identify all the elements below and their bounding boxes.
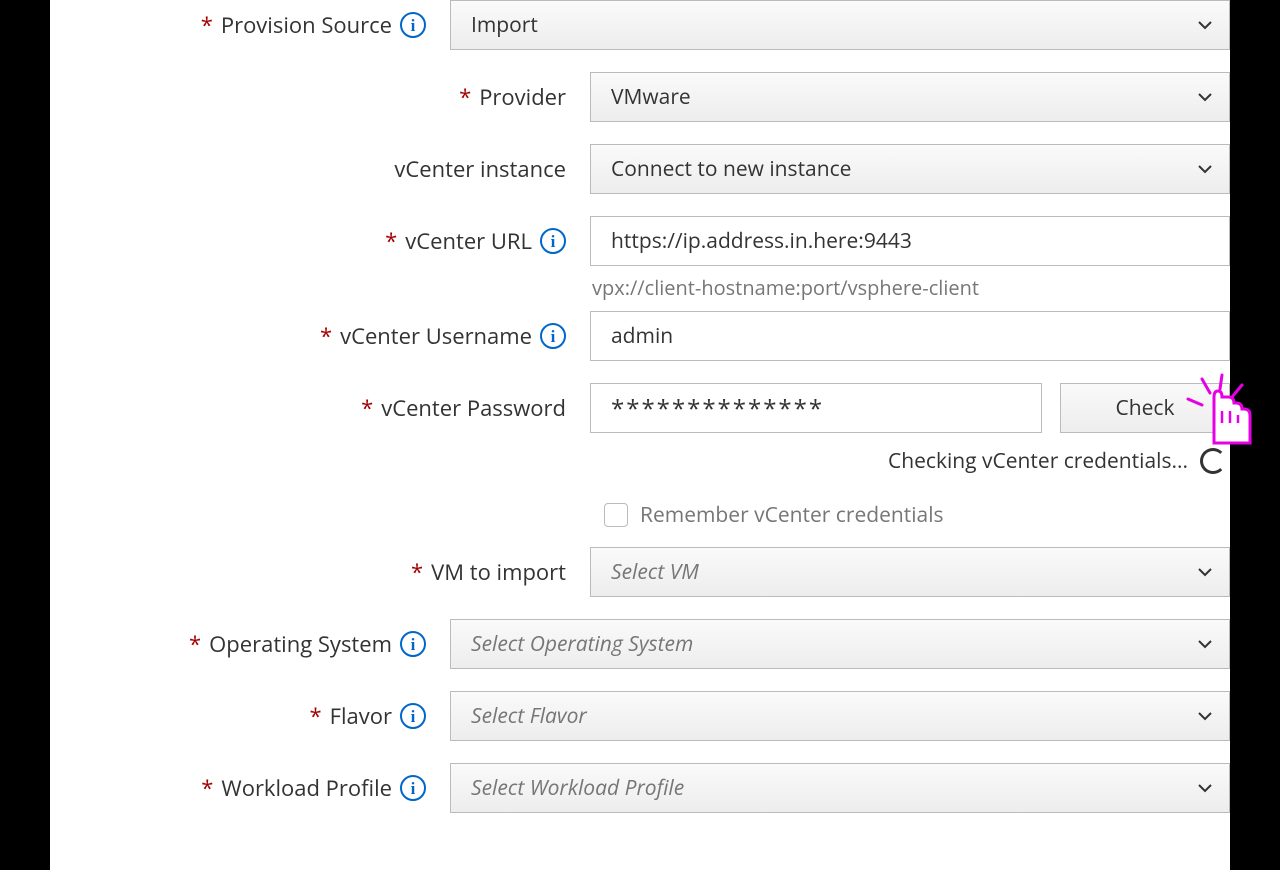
input-value: admin xyxy=(611,322,673,350)
vcenter-instance-label: vCenter instance xyxy=(50,144,590,194)
workload-profile-select[interactable]: Select Workload Profile xyxy=(450,763,1230,813)
select-value: Connect to new instance xyxy=(611,155,851,183)
select-placeholder: Select Operating System xyxy=(471,630,693,658)
select-value: Import xyxy=(471,11,538,39)
select-placeholder: Select Flavor xyxy=(471,702,587,730)
required-marker: * xyxy=(201,10,213,40)
required-marker: * xyxy=(411,557,423,587)
label-text: vCenter Username xyxy=(340,321,532,351)
info-icon[interactable]: i xyxy=(400,12,426,38)
vcenter-instance-select[interactable]: Connect to new instance xyxy=(590,144,1230,194)
flavor-label: * Flavor i xyxy=(50,691,450,741)
provider-select[interactable]: VMware xyxy=(590,72,1230,122)
operating-system-label: * Operating System i xyxy=(50,619,450,669)
remember-checkbox[interactable] xyxy=(604,503,628,527)
chevron-down-icon xyxy=(1197,639,1213,649)
select-placeholder: Select Workload Profile xyxy=(471,774,684,802)
label-text: vCenter instance xyxy=(394,154,566,184)
required-marker: * xyxy=(189,629,201,659)
info-icon[interactable]: i xyxy=(400,775,426,801)
vcenter-username-input[interactable]: admin xyxy=(590,311,1230,361)
label-text: Flavor xyxy=(330,701,392,731)
label-text: Provision Source xyxy=(221,10,392,40)
vcenter-url-input[interactable]: https://ip.address.in.here:9443 xyxy=(590,216,1230,266)
info-icon[interactable]: i xyxy=(400,703,426,729)
checking-status: Checking vCenter credentials... xyxy=(888,447,1188,475)
required-marker: * xyxy=(459,82,471,112)
info-icon[interactable]: i xyxy=(540,228,566,254)
required-marker: * xyxy=(385,226,397,256)
required-marker: * xyxy=(201,773,213,803)
vm-to-import-label: * VM to import xyxy=(50,547,590,597)
workload-profile-label: * Workload Profile i xyxy=(50,763,450,813)
vm-to-import-select[interactable]: Select VM xyxy=(590,547,1230,597)
flavor-select[interactable]: Select Flavor xyxy=(450,691,1230,741)
select-value: VMware xyxy=(611,83,691,111)
provision-source-select[interactable]: Import xyxy=(450,0,1230,50)
vcenter-username-label: * vCenter Username i xyxy=(50,311,590,361)
chevron-down-icon xyxy=(1197,92,1213,102)
chevron-down-icon xyxy=(1197,783,1213,793)
required-marker: * xyxy=(310,701,322,731)
vcenter-password-label: * vCenter Password xyxy=(50,383,590,433)
vcenter-password-input[interactable]: ************** xyxy=(590,383,1042,433)
input-value: https://ip.address.in.here:9443 xyxy=(611,227,912,255)
button-label: Check xyxy=(1116,394,1175,422)
input-value: ************** xyxy=(611,392,824,425)
remember-label: Remember vCenter credentials xyxy=(640,501,944,529)
provision-source-label: * Provision Source i xyxy=(50,0,450,50)
provider-label: * Provider xyxy=(50,72,590,122)
vcenter-url-helper: vpx://client-hostname:port/vsphere-clien… xyxy=(590,266,1230,301)
label-text: Provider xyxy=(479,82,566,112)
info-icon[interactable]: i xyxy=(400,631,426,657)
label-text: vCenter URL xyxy=(405,226,532,256)
required-marker: * xyxy=(361,393,373,423)
label-text: Operating System xyxy=(209,629,392,659)
label-text: Workload Profile xyxy=(221,773,392,803)
chevron-down-icon xyxy=(1197,20,1213,30)
check-button[interactable]: Check xyxy=(1060,383,1230,433)
label-text: vCenter Password xyxy=(381,393,566,423)
operating-system-select[interactable]: Select Operating System xyxy=(450,619,1230,669)
label-text: VM to import xyxy=(431,557,566,587)
required-marker: * xyxy=(320,321,332,351)
vcenter-url-label: * vCenter URL i xyxy=(50,216,590,266)
info-icon[interactable]: i xyxy=(540,323,566,349)
chevron-down-icon xyxy=(1197,711,1213,721)
chevron-down-icon xyxy=(1197,567,1213,577)
select-placeholder: Select VM xyxy=(611,558,699,586)
chevron-down-icon xyxy=(1197,164,1213,174)
spinner-icon xyxy=(1200,448,1226,474)
